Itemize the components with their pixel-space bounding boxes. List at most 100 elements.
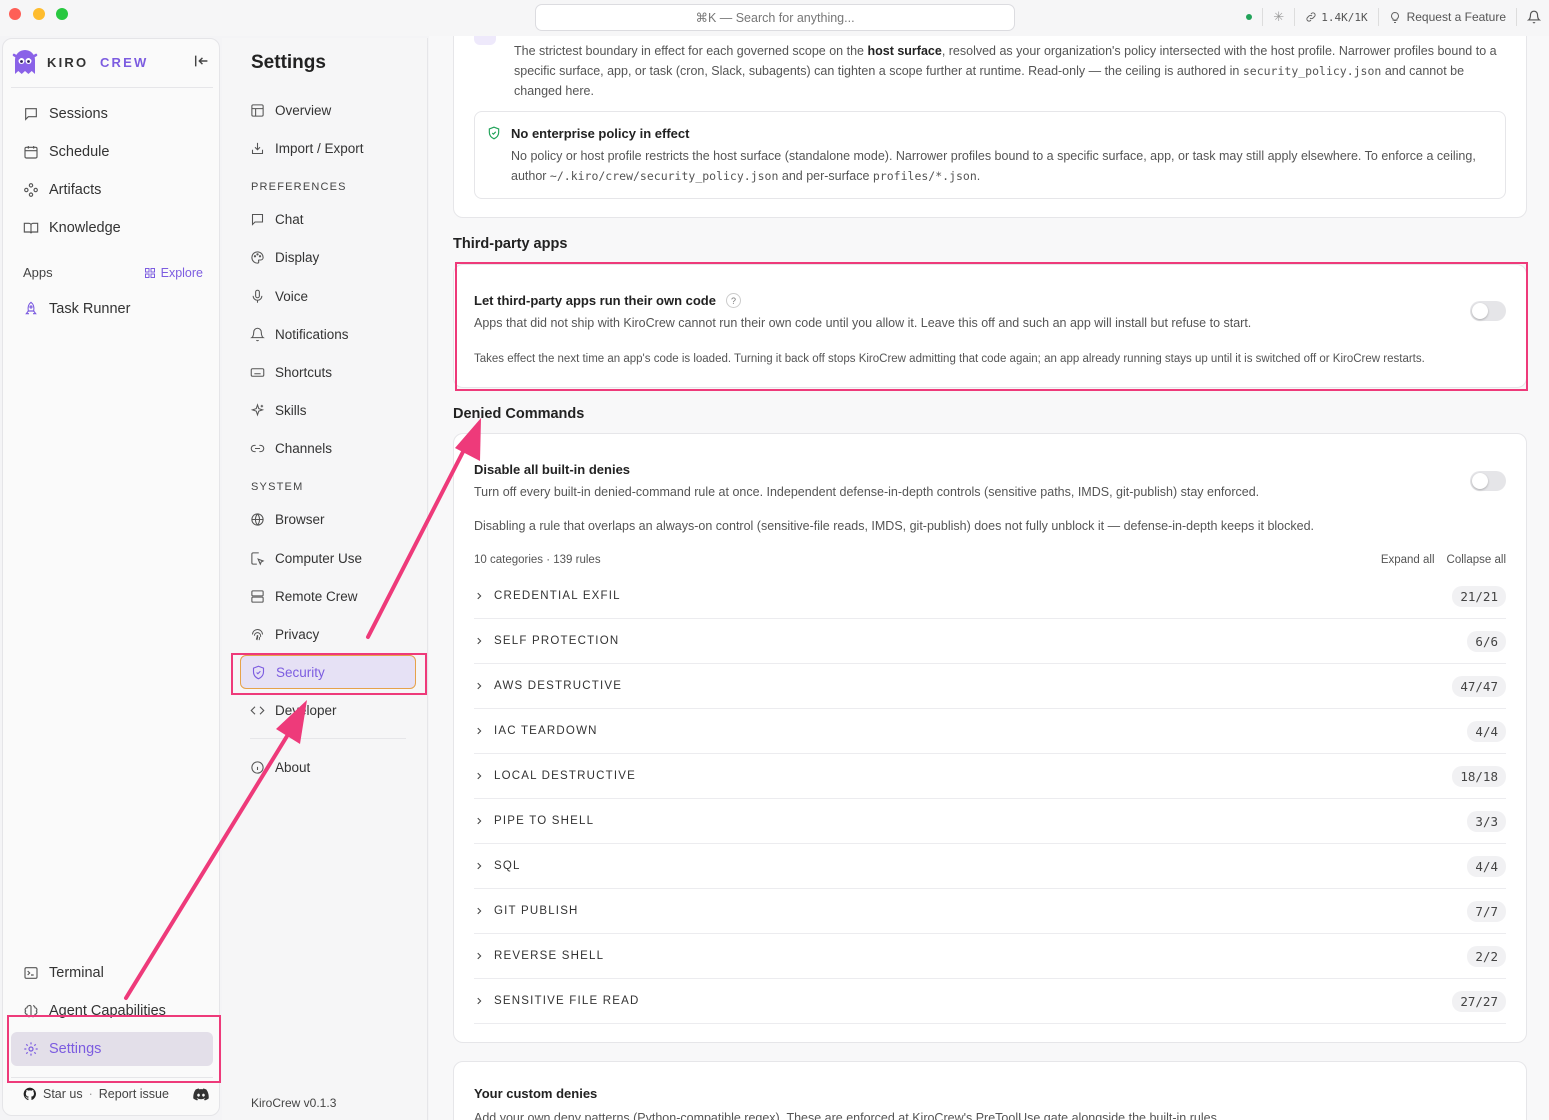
sidebar-item-label: Knowledge	[49, 220, 121, 236]
settings-nav-privacy[interactable]: Privacy	[240, 617, 416, 651]
artifacts-icon	[24, 183, 38, 197]
denied-commands-section-title: Denied Commands	[453, 406, 585, 422]
settings-sidebar: Settings Overview Import / Export PREFER…	[222, 38, 428, 1120]
notice-code: ~/.kiro/crew/security_policy.json	[549, 169, 779, 183]
discord-icon[interactable]	[193, 1088, 209, 1101]
settings-title: Settings	[251, 52, 326, 73]
chevron-right-icon	[477, 637, 482, 645]
settings-nav-browser[interactable]: Browser	[240, 502, 416, 536]
settings-nav-label: Browser	[275, 511, 325, 527]
category-row[interactable]: PIPE TO SHELL 3/3	[474, 799, 1506, 844]
settings-nav-label: Shortcuts	[275, 364, 333, 380]
status-dot-icon	[1246, 14, 1253, 20]
request-feature-label: Request a Feature	[1406, 10, 1506, 24]
expand-collapse-controls: Expand all Collapse all	[1381, 554, 1506, 566]
category-name: SENSITIVE FILE READ	[494, 995, 640, 1007]
category-row[interactable]: SELF PROTECTION 6/6	[474, 619, 1506, 664]
settings-nav-voice[interactable]: Voice	[240, 279, 416, 313]
category-row[interactable]: GIT PUBLISH 7/7	[474, 889, 1506, 934]
settings-nav-remote-crew[interactable]: Remote Crew	[240, 579, 416, 613]
settings-nav-overview[interactable]: Overview	[240, 93, 416, 127]
policy-desc-bold: host surface	[867, 44, 942, 58]
sidebar-item-schedule[interactable]: Schedule	[11, 135, 213, 169]
category-count: 2/2	[1467, 945, 1506, 967]
chevron-right-icon	[477, 952, 482, 960]
no-policy-notice: No enterprise policy in effect No policy…	[474, 111, 1506, 199]
token-count: 1.4K/1K	[1321, 10, 1368, 24]
category-count: 27/27	[1452, 990, 1506, 1012]
grid-icon	[144, 267, 155, 278]
brand-name: KIRO CREW	[47, 55, 148, 70]
sidebar-item-label: Sessions	[49, 106, 108, 122]
settings-nav-skills[interactable]: Skills	[240, 393, 416, 427]
settings-nav-notifications[interactable]: Notifications	[240, 317, 416, 351]
close-window-button[interactable]	[9, 8, 21, 20]
category-count: 6/6	[1467, 630, 1506, 652]
settings-nav-label: Display	[275, 249, 320, 265]
terminal-icon	[24, 967, 38, 979]
category-row[interactable]: SQL 4/4	[474, 844, 1506, 889]
disable-denies-title: Disable all built-in denies	[474, 462, 631, 477]
settings-nav-label: Skills	[275, 402, 307, 418]
settings-nav-shortcuts[interactable]: Shortcuts	[240, 355, 416, 389]
category-name: CREDENTIAL EXFIL	[494, 590, 621, 602]
collapse-all-button[interactable]: Collapse all	[1447, 554, 1506, 566]
book-icon	[23, 222, 39, 234]
category-name: LOCAL DESTRUCTIVE	[494, 770, 637, 782]
category-name: SELF PROTECTION	[494, 635, 620, 647]
layout-icon	[251, 103, 264, 117]
third-party-section-title: Third-party apps	[453, 236, 568, 252]
disable-denies-note: Disabling a rule that overlaps an always…	[474, 519, 1315, 533]
category-count: 4/4	[1467, 855, 1506, 877]
category-name: AWS DESTRUCTIVE	[494, 680, 623, 692]
category-name: SQL	[494, 860, 521, 872]
category-row[interactable]: AWS DESTRUCTIVE 47/47	[474, 664, 1506, 709]
request-feature-button[interactable]: Request a Feature	[1389, 10, 1506, 24]
category-row[interactable]: REVERSE SHELL 2/2	[474, 934, 1506, 979]
settings-nav-channels[interactable]: Channels	[240, 431, 416, 465]
settings-nav-computer-use[interactable]: Computer Use	[240, 541, 416, 575]
fingerprint-icon	[252, 628, 263, 640]
category-row[interactable]: LOCAL DESTRUCTIVE 18/18	[474, 754, 1506, 799]
custom-denies-card: Your custom denies Add your own deny pat…	[453, 1061, 1527, 1120]
notice-part: .	[976, 169, 981, 183]
bell-icon[interactable]	[1527, 10, 1541, 24]
globe-icon	[251, 512, 264, 526]
settings-nav-display[interactable]: Display	[240, 240, 416, 274]
settings-nav-chat[interactable]: Chat	[240, 202, 416, 236]
report-issue-link[interactable]: Report issue	[99, 1087, 169, 1101]
minimize-window-button[interactable]	[33, 8, 45, 20]
settings-nav-label: Notifications	[275, 326, 349, 342]
settings-nav-label: About	[275, 759, 311, 775]
sidebar-item-artifacts[interactable]: Artifacts	[11, 173, 213, 207]
sidebar-app-task-runner[interactable]: Task Runner	[11, 292, 213, 326]
footer-dot: ·	[88, 1087, 93, 1101]
sidebar-item-knowledge[interactable]: Knowledge	[11, 211, 213, 245]
zoom-window-button[interactable]	[56, 8, 68, 20]
category-name: IAC TEARDOWN	[494, 725, 598, 737]
explore-apps-link[interactable]: Explore	[144, 265, 203, 280]
sidebar-item-terminal[interactable]: Terminal	[11, 956, 213, 990]
category-row[interactable]: IAC TEARDOWN 4/4	[474, 709, 1506, 754]
token-usage[interactable]: 1.4K/1K	[1305, 10, 1368, 24]
global-search[interactable]: ⌘K — Search for anything...	[535, 4, 1015, 31]
sidebar-item-sessions[interactable]: Sessions	[11, 97, 213, 131]
category-row[interactable]: CREDENTIAL EXFIL 21/21	[474, 574, 1506, 619]
kiro-ghost-logo-icon	[12, 50, 38, 74]
brand: KIRO CREW	[11, 47, 148, 77]
category-row[interactable]: SENSITIVE FILE READ 27/27	[474, 979, 1506, 1024]
settings-nav-about[interactable]: About	[240, 750, 416, 784]
apps-header: Apps Explore	[23, 265, 203, 280]
expand-all-button[interactable]: Expand all	[1381, 554, 1435, 566]
sparkle-status-icon[interactable]: ✳	[1273, 9, 1284, 25]
settings-nav-import-export[interactable]: Import / Export	[240, 131, 416, 165]
disable-builtin-denies-toggle[interactable]	[1470, 471, 1506, 491]
collapse-sidebar-icon[interactable]	[193, 53, 211, 69]
apps-label: Apps	[23, 265, 53, 280]
palette-icon	[251, 250, 264, 264]
sidebar-item-label: Schedule	[49, 144, 110, 160]
star-us-link[interactable]: Star us	[43, 1087, 83, 1101]
settings-highlight-box	[7, 1015, 221, 1083]
settings-nav-developer[interactable]: Developer	[240, 693, 416, 727]
settings-nav-label: Chat	[275, 211, 304, 227]
